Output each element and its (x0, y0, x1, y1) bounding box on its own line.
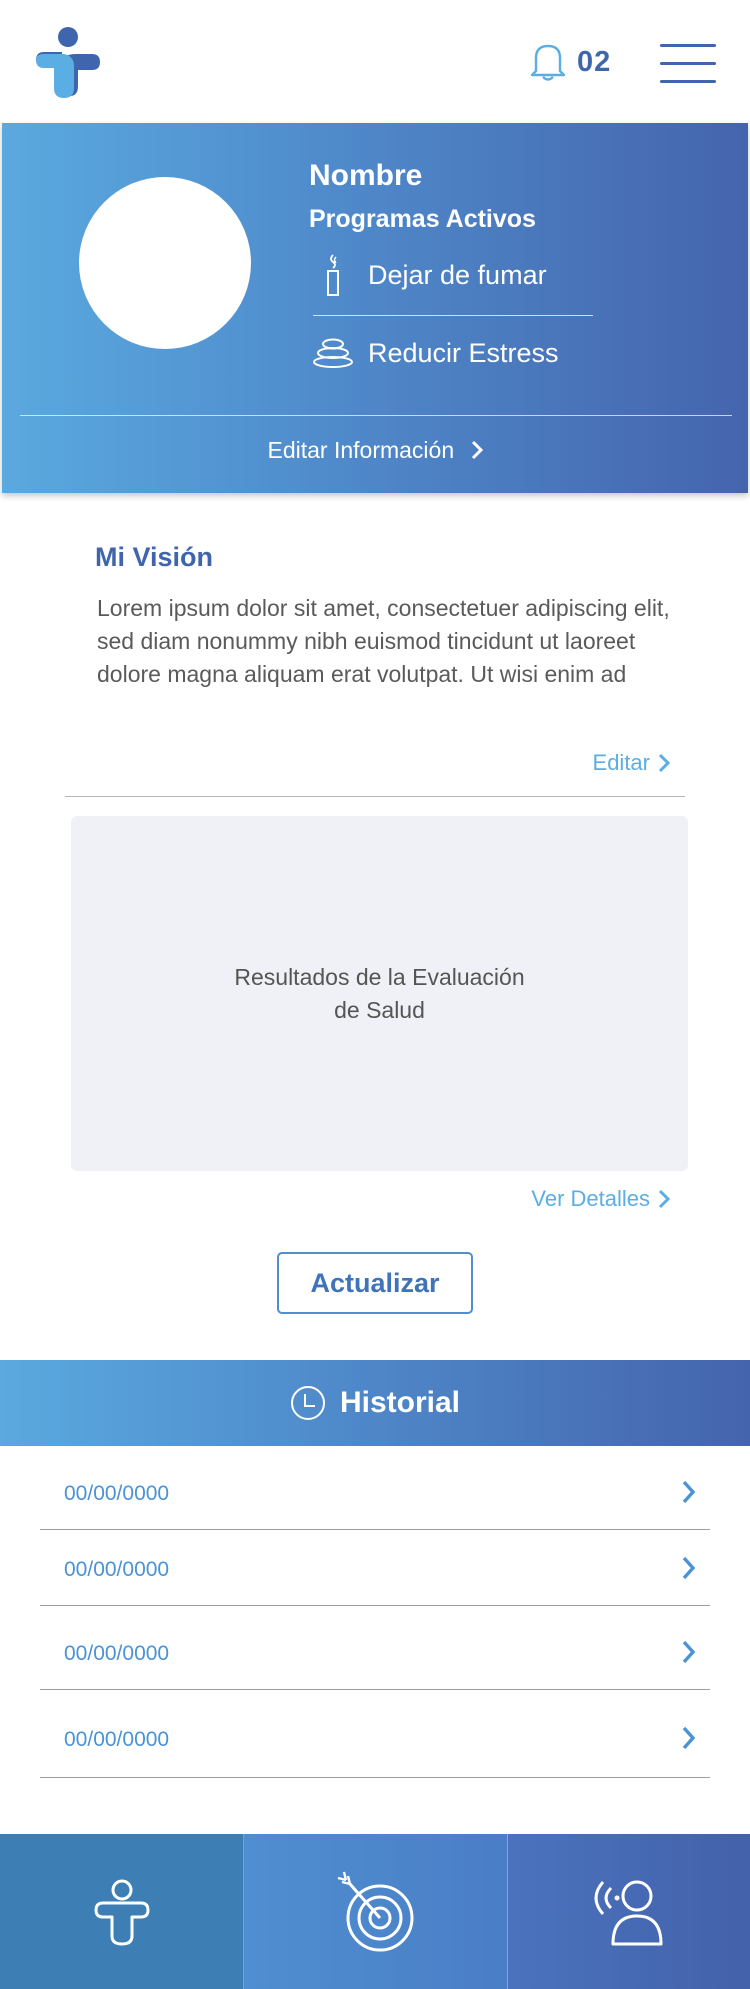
history-row[interactable]: 00/00/0000 (40, 1458, 710, 1530)
bell-icon[interactable] (527, 40, 569, 82)
vision-title: Mi Visión (95, 542, 214, 572)
history-row[interactable]: 00/00/0000 (40, 1530, 710, 1606)
history-header: Historial (0, 1360, 750, 1446)
chevron-right-icon (658, 753, 670, 773)
notification-count: 02 (577, 46, 612, 78)
app-logo-icon (36, 27, 100, 98)
history-row[interactable]: 00/00/0000 (40, 1690, 710, 1778)
program-item-reduce-stress[interactable]: Reducir Estress (312, 331, 559, 375)
history-title: Historial (339, 1386, 461, 1419)
bottom-nav (0, 1834, 750, 1989)
user-signal-icon (594, 1880, 663, 1945)
clock-icon (290, 1386, 325, 1420)
vision-text: Lorem ipsum dolor sit amet, consectetuer… (97, 595, 670, 687)
stones-icon (312, 331, 354, 375)
history-date: 00/00/0000 (64, 1558, 170, 1581)
nav-profile[interactable] (508, 1834, 750, 1989)
edit-info-label: Editar Información (267, 437, 455, 463)
edit-info-link[interactable]: Editar Información (2, 437, 748, 464)
history-date: 00/00/0000 (64, 1728, 170, 1751)
chevron-right-icon (682, 1640, 696, 1664)
programs-title: Programas Activos (309, 205, 536, 233)
vision-edit-link[interactable]: Editar (593, 750, 670, 776)
avatar[interactable] (79, 177, 251, 349)
divider (65, 796, 685, 797)
view-details-label: Ver Detalles (531, 1186, 650, 1211)
update-button[interactable]: Actualizar (277, 1252, 473, 1314)
top-bar: 02 (0, 0, 750, 123)
view-details-link[interactable]: Ver Detalles (531, 1186, 670, 1212)
candle-icon (312, 253, 354, 297)
chevron-right-icon (658, 1189, 670, 1209)
program-label: Reducir Estress (368, 337, 559, 368)
vision-edit-label: Editar (592, 750, 650, 775)
nav-health[interactable] (0, 1834, 243, 1989)
program-label: Dejar de fumar (368, 259, 547, 290)
target-icon (337, 1871, 413, 1951)
divider (20, 415, 732, 416)
nav-goals[interactable] (243, 1834, 508, 1989)
history-date: 00/00/0000 (64, 1482, 170, 1505)
results-placeholder-text: Resultados de la Evaluación de Salud (234, 963, 525, 1023)
program-item-quit-smoking[interactable]: Dejar de fumar (312, 253, 547, 297)
health-person-icon (94, 1879, 149, 1945)
chevron-right-icon (471, 440, 483, 460)
profile-name: Nombre (309, 159, 423, 192)
chevron-right-icon (682, 1726, 696, 1750)
history-row[interactable]: 00/00/0000 (40, 1606, 710, 1690)
menu-icon[interactable] (660, 42, 716, 84)
health-results-panel: Resultados de la Evaluación de Salud (71, 816, 688, 1171)
chevron-right-icon (682, 1480, 696, 1504)
divider (313, 315, 593, 316)
chevron-right-icon (682, 1556, 696, 1580)
history-date: 00/00/0000 (64, 1642, 170, 1665)
profile-card: Nombre Programas Activos Dejar de fumar … (2, 123, 748, 493)
